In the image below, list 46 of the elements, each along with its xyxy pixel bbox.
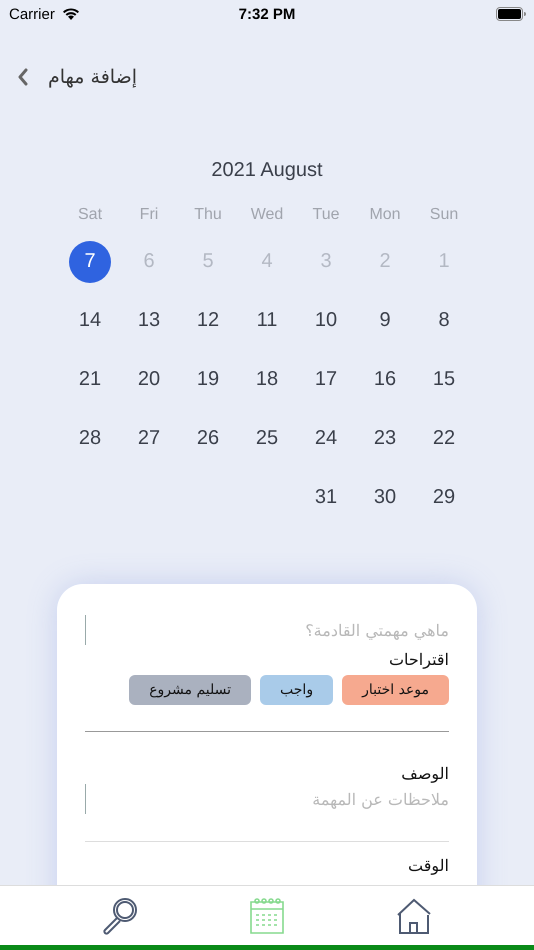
calendar-day[interactable]: 10 xyxy=(305,300,347,342)
calendar-day[interactable]: 7 xyxy=(69,240,111,282)
calendar-day[interactable]: 19 xyxy=(187,358,229,400)
weekday-label: Tue xyxy=(312,205,340,225)
weekday-label: Sun xyxy=(428,205,460,225)
section-label: الوصف xyxy=(400,764,449,783)
battery-icon xyxy=(496,7,526,21)
weekday-label: Thu xyxy=(193,205,223,225)
calendar-day[interactable]: 12 xyxy=(187,300,229,342)
calendar-day[interactable]: 25 xyxy=(246,418,288,460)
section-label: الوقت xyxy=(407,856,449,875)
suggestion-chip[interactable]: موعد اختبار xyxy=(342,675,449,705)
calendar-day[interactable]: 22 xyxy=(423,418,465,460)
calendar-day[interactable]: 27 xyxy=(128,418,170,460)
back-button[interactable] xyxy=(16,68,30,86)
weekday-label: Fri xyxy=(138,205,160,225)
calendar-day[interactable]: 15 xyxy=(423,358,465,400)
calendar-day[interactable]: 30 xyxy=(364,476,406,518)
calendar-day[interactable]: 31 xyxy=(305,476,347,518)
clock: 7:32 PM xyxy=(238,6,296,22)
weekday-label: Sat xyxy=(77,205,104,225)
calendar-day[interactable]: 21 xyxy=(69,358,111,400)
calendar-day[interactable]: 23 xyxy=(364,418,406,460)
suggestion-chip[interactable]: تسليم مشروع xyxy=(129,675,252,705)
page-title: إضافة مهام xyxy=(48,66,137,88)
month-title: 2021 August xyxy=(211,159,323,183)
calendar-day[interactable]: 14 xyxy=(69,300,111,342)
calendar-day[interactable]: 24 xyxy=(305,418,347,460)
calendar-day[interactable]: 28 xyxy=(69,418,111,460)
calendar-day[interactable]: 17 xyxy=(305,358,347,400)
weekday-label: Mon xyxy=(368,205,402,225)
section-label: اقتراحات xyxy=(388,650,449,669)
weekday-label: Wed xyxy=(250,205,284,225)
carrier-label: Carrier xyxy=(9,6,55,22)
calendar-day[interactable]: 9 xyxy=(364,300,406,342)
calendar-day[interactable]: 11 xyxy=(246,300,288,342)
calendar-day[interactable]: 13 xyxy=(128,300,170,342)
wifi-icon xyxy=(60,7,81,21)
calendar-day[interactable]: 16 xyxy=(364,358,406,400)
calendar-day[interactable]: 26 xyxy=(187,418,229,460)
calendar-day[interactable]: 29 xyxy=(423,476,465,518)
suggestion-chip[interactable]: واجب xyxy=(260,675,334,705)
back-icon xyxy=(16,68,30,86)
calendar-day[interactable]: 8 xyxy=(423,300,465,342)
calendar-day[interactable]: 18 xyxy=(246,358,288,400)
calendar-day[interactable]: 20 xyxy=(128,358,170,400)
